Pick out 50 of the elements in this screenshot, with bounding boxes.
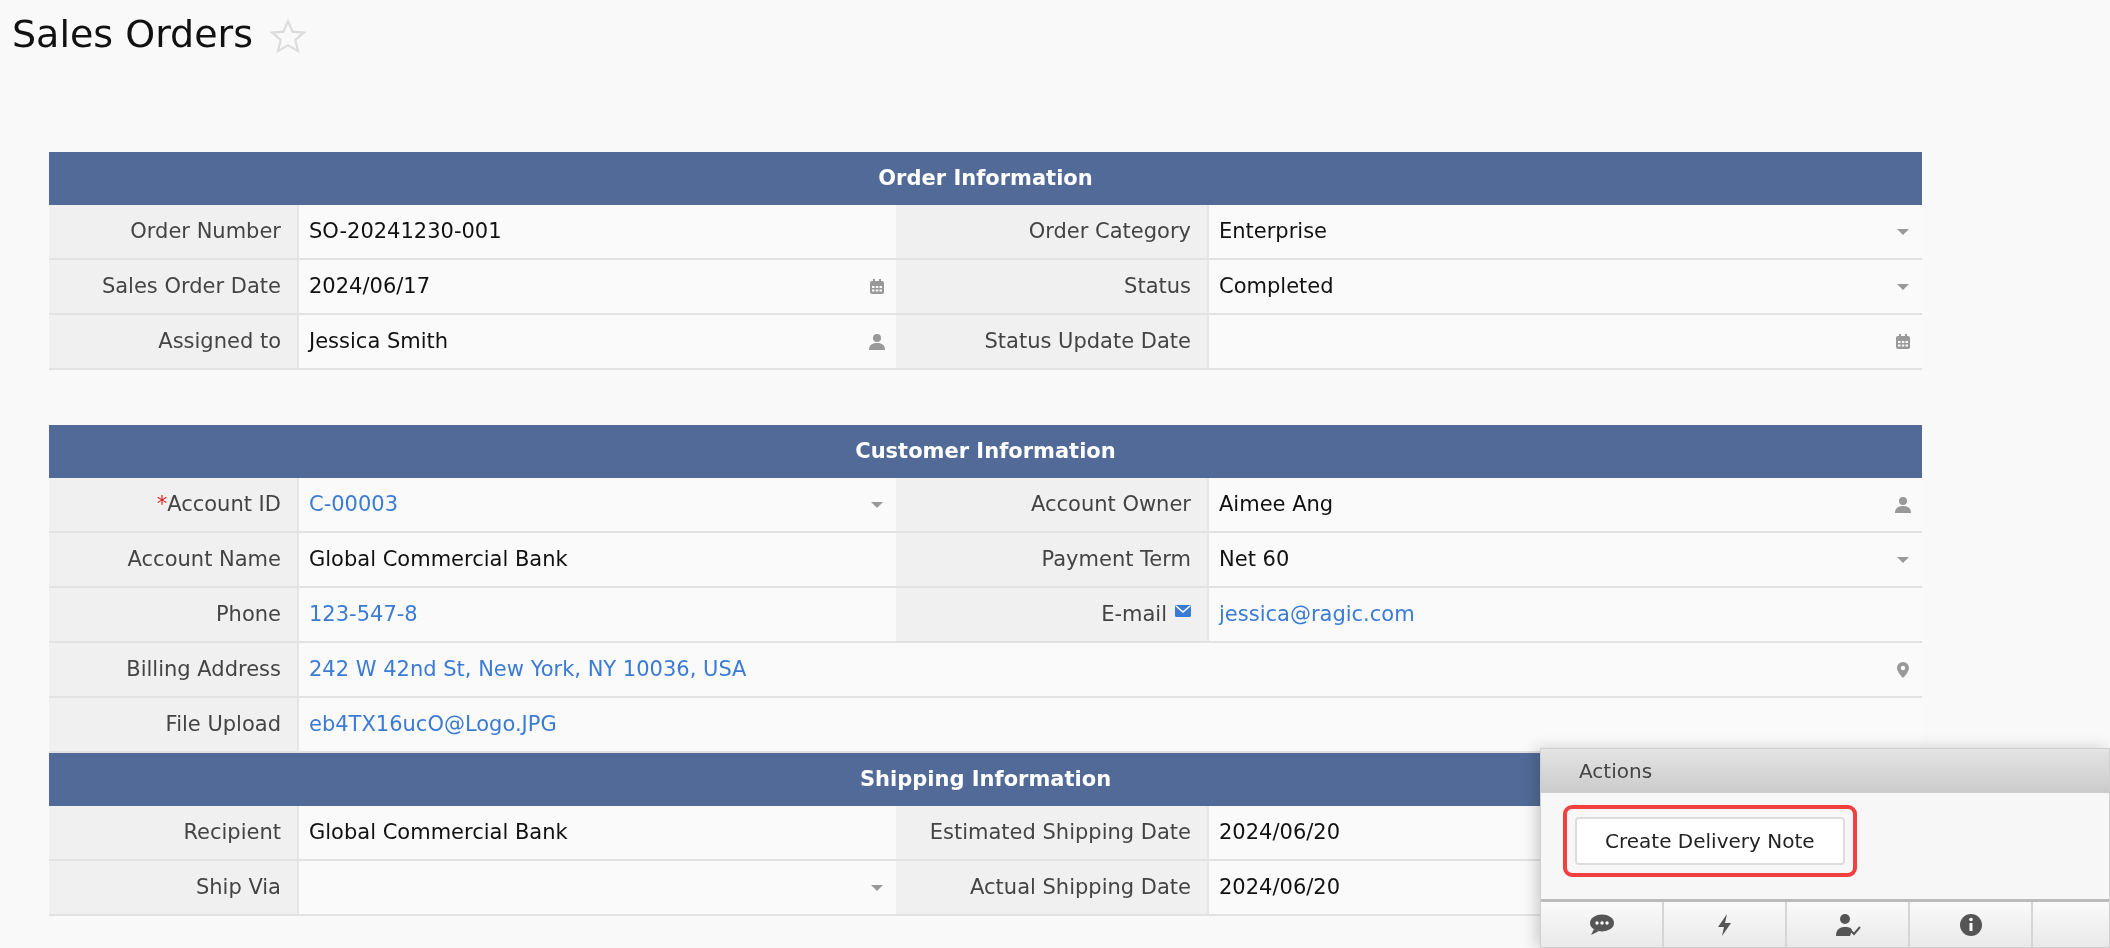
field-value: SO-20241230-001 <box>309 217 502 245</box>
field-label: Account Owner <box>896 478 1209 533</box>
field-label: Order Number <box>49 205 299 260</box>
field-label: Status Update Date <box>896 315 1209 370</box>
field-link[interactable]: eb4TX16ucO@Logo.JPG <box>309 708 557 741</box>
field-label: Phone <box>49 588 299 643</box>
field-label: Ship Via <box>49 861 299 916</box>
field-label: Billing Address <box>49 643 299 698</box>
field-label: Recipient <box>49 806 299 861</box>
map-pin-icon[interactable] <box>1894 660 1912 679</box>
user-check-icon[interactable] <box>1834 912 1861 937</box>
field-value: Global Commercial Bank <box>309 545 568 573</box>
field-value: 2024/06/17 <box>309 272 431 300</box>
favorite-star-icon[interactable] <box>269 18 307 56</box>
field-label: E-mail <box>1101 600 1167 628</box>
field-label: Assigned to <box>49 315 299 370</box>
calendar-icon[interactable] <box>868 277 886 296</box>
field-label: Estimated Shipping Date <box>896 806 1209 861</box>
panel-title: Actions <box>1541 749 2109 793</box>
field-label: Status <box>896 260 1209 315</box>
field-value: Aimee Ang <box>1219 490 1334 518</box>
field-label: Sales Order Date <box>49 260 299 315</box>
field-label: Actual Shipping Date <box>896 861 1209 916</box>
field-label: Order Category <box>896 205 1209 260</box>
info-icon[interactable] <box>1957 912 1984 937</box>
field-label: File Upload <box>49 698 299 753</box>
field-value: Global Commercial Bank <box>309 818 568 846</box>
mail-icon[interactable] <box>1175 604 1191 618</box>
field-value: Enterprise <box>1219 217 1328 245</box>
field-label: Account Name <box>49 533 299 588</box>
field-label: Payment Term <box>896 533 1209 588</box>
page-title: Sales Orders <box>12 12 253 58</box>
field-value: 2024/06/20 <box>1219 818 1341 846</box>
field-value: Net 60 <box>1219 545 1290 573</box>
field-link[interactable]: jessica@ragic.com <box>1219 598 1415 631</box>
field-link[interactable]: 242 W 42nd St, New York, NY 10036, USA <box>309 653 747 686</box>
field-link[interactable]: 123-547-8 <box>309 598 418 631</box>
section-header: Customer Information <box>49 425 1922 478</box>
person-icon[interactable] <box>1894 495 1912 514</box>
create-delivery-note-button[interactable]: Create Delivery Note <box>1575 817 1845 865</box>
person-icon[interactable] <box>868 332 886 351</box>
section-header: Order Information <box>49 152 1922 205</box>
field-value: Completed <box>1219 272 1334 300</box>
field-link[interactable]: C-00003 <box>309 488 399 521</box>
field-value: Jessica Smith <box>309 327 449 355</box>
comment-icon[interactable] <box>1588 912 1615 937</box>
field-label: Account ID <box>167 490 281 518</box>
field-value: 2024/06/20 <box>1219 873 1341 901</box>
calendar-icon[interactable] <box>1894 332 1912 351</box>
required-mark: * <box>156 490 168 518</box>
